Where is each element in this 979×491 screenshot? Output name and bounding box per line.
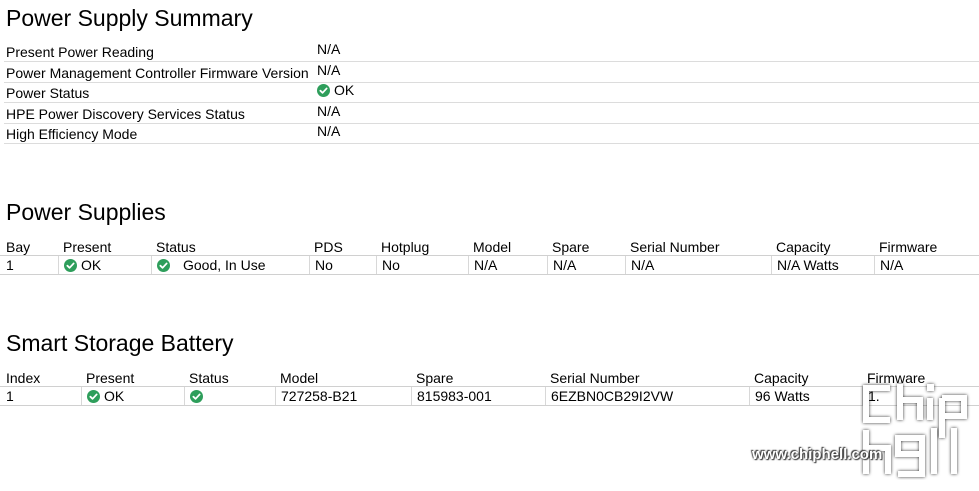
summary-label: Power Management Controller Firmware Ver… <box>6 65 309 81</box>
cell-present: OK <box>81 387 184 405</box>
check-circle-icon <box>64 258 77 272</box>
summary-row-discovery-services-status: HPE Power Discovery Services Status N/A <box>4 103 979 124</box>
summary-row-pmc-firmware-version: Power Management Controller Firmware Ver… <box>4 62 979 83</box>
col-header-model: Model <box>280 370 319 386</box>
smart-storage-battery-title: Smart Storage Battery <box>6 330 234 356</box>
power-status-text: OK <box>334 82 355 98</box>
cell-status: Good, In Use <box>151 256 309 274</box>
summary-row-present-power-reading: Present Power Reading N/A <box>4 41 979 62</box>
col-header-firmware: Firmware <box>879 239 938 255</box>
summary-label: HPE Power Discovery Services Status <box>6 106 245 122</box>
col-header-pds: PDS <box>314 239 343 255</box>
col-header-model: Model <box>473 239 512 255</box>
cell-status <box>184 387 275 405</box>
col-header-present: Present <box>86 370 135 386</box>
watermark-url: www.chiphell.com <box>752 446 883 463</box>
col-header-serial-number: Serial Number <box>630 239 720 255</box>
cell-serial-number: 6EZBN0CB29I2VW <box>545 387 749 405</box>
present-text: OK <box>81 257 102 273</box>
summary-value: N/A <box>317 103 341 119</box>
check-circle-icon <box>87 389 100 403</box>
summary-value: N/A <box>317 62 341 78</box>
summary-value: N/A <box>317 123 341 139</box>
summary-label: High Efficiency Mode <box>6 126 138 142</box>
col-header-present: Present <box>63 239 112 255</box>
present-text: OK <box>104 388 125 404</box>
col-header-serial-number: Serial Number <box>550 370 640 386</box>
summary-row-power-status: Power Status OK <box>4 82 979 103</box>
check-circle-icon <box>190 389 203 403</box>
summary-label: Present Power Reading <box>6 44 154 60</box>
cell-pds: No <box>309 256 376 274</box>
col-header-bay: Bay <box>6 239 31 255</box>
cell-model: 727258-B21 <box>275 387 411 405</box>
check-circle-icon <box>157 258 170 272</box>
col-header-status: Status <box>156 239 196 255</box>
cell-spare: N/A <box>547 256 625 274</box>
col-header-status: Status <box>189 370 229 386</box>
cell-spare: 815983-001 <box>411 387 545 405</box>
table-row: 1 OK Good, In Use No No N/A N/A N/A N/A … <box>0 255 979 275</box>
cell-model: N/A <box>468 256 547 274</box>
col-header-spare: Spare <box>416 370 454 386</box>
check-circle-icon <box>317 83 330 97</box>
cell-bay: 1 <box>6 257 14 273</box>
summary-label: Power Status <box>6 85 90 101</box>
cell-firmware: N/A <box>874 256 979 274</box>
power-supplies-title: Power Supplies <box>6 199 166 225</box>
status-text: Good, In Use <box>183 257 266 273</box>
cell-serial-number: N/A <box>625 256 771 274</box>
col-header-capacity: Capacity <box>776 239 831 255</box>
power-supply-summary-title: Power Supply Summary <box>6 5 253 31</box>
col-header-hotplug: Hotplug <box>381 239 430 255</box>
cell-index: 1 <box>6 388 14 404</box>
power-supplies-header: Bay Present Status PDS Hotplug Model Spa… <box>0 239 979 256</box>
col-header-index: Index <box>6 370 41 386</box>
chiphell-logo <box>863 384 967 477</box>
col-header-spare: Spare <box>552 239 590 255</box>
cell-capacity: N/A Watts <box>771 256 874 274</box>
cell-hotplug: No <box>376 256 468 274</box>
cell-present: OK <box>58 256 151 274</box>
summary-value: N/A <box>317 41 341 57</box>
summary-row-high-efficiency-mode: High Efficiency Mode N/A <box>4 123 979 144</box>
summary-value-power-status: OK <box>317 82 354 98</box>
chiphell-watermark: www.chiphell.com <box>750 380 979 491</box>
